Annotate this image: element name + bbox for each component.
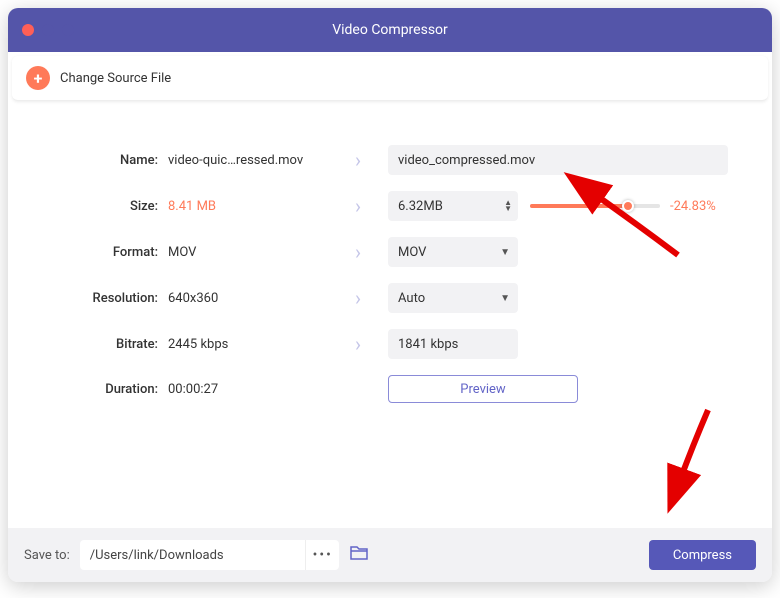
- change-source-label: Change Source File: [60, 71, 171, 86]
- size-reduction-percent: -24.83%: [670, 199, 716, 214]
- src-name: video-quic…ressed.mov: [168, 153, 328, 168]
- src-size: 8.41 MB: [168, 199, 328, 214]
- output-resolution-select[interactable]: Auto ▼: [388, 283, 518, 313]
- output-bitrate-input[interactable]: 1841 kbps: [388, 329, 518, 359]
- app-window: Video Compressor + Change Source File Na…: [8, 8, 772, 582]
- compress-button[interactable]: Compress: [649, 540, 756, 570]
- chevron-right-icon: ›: [338, 286, 378, 310]
- close-window-button[interactable]: [22, 24, 34, 36]
- titlebar: Video Compressor: [8, 8, 772, 52]
- footer-bar: Save to: /Users/link/Downloads ••• Compr…: [8, 528, 772, 582]
- save-path-value: /Users/link/Downloads: [80, 548, 306, 563]
- output-format-select[interactable]: MOV ▼: [388, 237, 518, 267]
- caret-down-icon: ▼: [500, 247, 510, 258]
- preview-button[interactable]: Preview: [388, 375, 578, 403]
- window-title: Video Compressor: [332, 22, 448, 38]
- chevron-right-icon: ›: [338, 240, 378, 264]
- chevron-right-icon: ›: [338, 148, 378, 172]
- output-name-input[interactable]: video_compressed.mov: [388, 145, 728, 175]
- annotation-arrow-icon: [658, 405, 738, 499]
- row-name: Name: video-quic…ressed.mov › video_comp…: [38, 145, 742, 175]
- window-controls: [22, 24, 74, 36]
- output-format-value: MOV: [398, 245, 426, 260]
- browse-path-button[interactable]: •••: [305, 540, 339, 570]
- src-bitrate: 2445 kbps: [168, 337, 328, 352]
- bitrate-label: Bitrate:: [38, 337, 158, 352]
- slider-fill: [530, 204, 628, 208]
- save-path-box: /Users/link/Downloads •••: [80, 540, 340, 570]
- format-label: Format:: [38, 245, 158, 260]
- size-label: Size:: [38, 199, 158, 214]
- src-format: MOV: [168, 245, 328, 260]
- stepper-arrows-icon[interactable]: ▲▼: [504, 200, 512, 212]
- maximize-window-button[interactable]: [62, 24, 74, 36]
- caret-down-icon: ▼: [500, 293, 510, 304]
- name-label: Name:: [38, 153, 158, 168]
- row-duration: Duration: 00:00:27 Preview: [38, 375, 742, 403]
- row-resolution: Resolution: 640x360 › Auto ▼: [38, 283, 742, 313]
- output-size-stepper[interactable]: 6.32MB ▲▼: [388, 191, 518, 221]
- saveto-label: Save to:: [24, 548, 70, 563]
- src-duration: 00:00:27: [168, 382, 328, 397]
- output-resolution-value: Auto: [398, 291, 425, 306]
- plus-icon: +: [26, 66, 50, 90]
- resolution-label: Resolution:: [38, 291, 158, 306]
- source-toolbar[interactable]: + Change Source File: [12, 56, 768, 101]
- chevron-right-icon: ›: [338, 332, 378, 356]
- src-resolution: 640x360: [168, 291, 328, 306]
- row-bitrate: Bitrate: 2445 kbps › 1841 kbps: [38, 329, 742, 359]
- open-folder-button[interactable]: [349, 545, 369, 566]
- slider-thumb[interactable]: [622, 200, 634, 212]
- row-size: Size: 8.41 MB › 6.32MB ▲▼ -24.83%: [38, 191, 742, 221]
- size-slider[interactable]: [530, 204, 660, 208]
- output-size-value: 6.32MB: [398, 199, 443, 214]
- content-panel: Name: video-quic…ressed.mov › video_comp…: [8, 105, 772, 528]
- minimize-window-button[interactable]: [42, 24, 54, 36]
- chevron-right-icon: ›: [338, 194, 378, 218]
- duration-label: Duration:: [38, 382, 158, 397]
- row-format: Format: MOV › MOV ▼: [38, 237, 742, 267]
